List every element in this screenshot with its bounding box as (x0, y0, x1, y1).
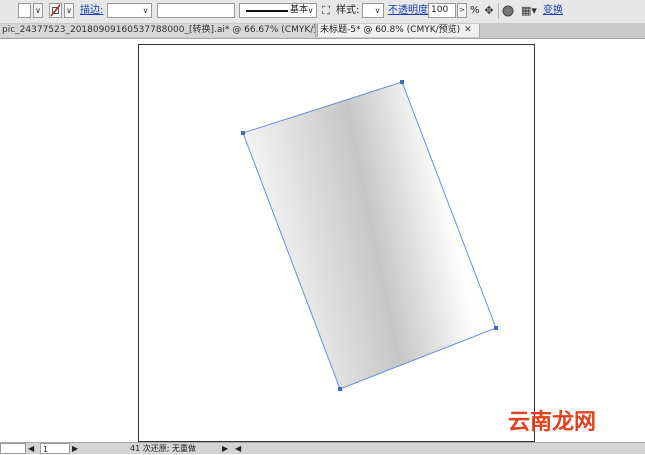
tab-document-untitled-5[interactable]: 未标题-5* @ 60.8% (CMYK/预览) ✕ (317, 24, 480, 37)
status-menu-button[interactable]: ▶ (222, 443, 232, 454)
history-status-text: 41 次还原; 无重做 (130, 444, 196, 453)
tab-label: pic_24377523_20180909160537788000_[转换].a… (2, 25, 316, 35)
sphere-icon (502, 5, 514, 17)
watermark-text-2: 龙网 (552, 410, 597, 435)
brush-definition-field[interactable]: 基本 ∨ (239, 3, 317, 18)
stroke-color-swatch[interactable] (49, 3, 62, 18)
expand-collapse-icon[interactable]: ⛶ (318, 3, 334, 19)
watermark-logo: 云南龙网 (508, 410, 596, 436)
brush-stroke-preview (246, 10, 288, 12)
transform-panel-link[interactable]: 变换 (543, 5, 563, 17)
chevron-down-icon: ∨ (374, 6, 381, 15)
fill-color-swatch[interactable] (18, 3, 31, 18)
control-bar: ∨ ∨ 描边: ∨ 基本 ∨ ⛶ 样式: ∨ 不透明度: 100 > % ✥ ▦… (0, 0, 645, 24)
stroke-panel-link[interactable]: 描边: (80, 5, 103, 17)
chevron-down-icon: ∨ (307, 6, 314, 15)
opacity-panel-link[interactable]: 不透明度: (388, 5, 431, 17)
document-tab-bar: pic_24377523_20180909160537788000_[转换].a… (0, 23, 645, 39)
artboard-number-field[interactable]: 1 (40, 443, 70, 454)
graphic-style-field[interactable]: ∨ (362, 3, 384, 18)
align-options-icon[interactable]: ▦▾ (518, 3, 540, 19)
opacity-input[interactable]: 100 (428, 3, 456, 18)
scroll-left-button[interactable]: ◀ (235, 443, 245, 454)
zoom-field[interactable] (0, 443, 26, 454)
chevron-down-icon: ∨ (142, 6, 149, 15)
artboard[interactable] (138, 44, 535, 442)
stroke-weight-field[interactable]: ∨ (107, 3, 152, 18)
no-stroke-icon (50, 4, 61, 17)
circle-button-icon[interactable] (500, 3, 516, 19)
tab-document-pic[interactable]: pic_24377523_20180909160537788000_[转换].a… (0, 24, 316, 37)
recolor-artwork-icon[interactable]: ✥ (481, 3, 497, 19)
opacity-value: 100 (431, 5, 449, 15)
fill-dropdown-arrow[interactable]: ∨ (33, 3, 43, 18)
next-artboard-button[interactable]: ▶ (72, 443, 82, 454)
status-bar: ◀ 1 ▶ 41 次还原; 无重做 ▶ ◀ (0, 442, 645, 454)
opacity-dropdown-arrow[interactable]: > (457, 3, 467, 18)
opacity-unit: % (470, 5, 480, 16)
watermark-text-1: 云南 (508, 410, 553, 435)
stroke-dropdown-arrow[interactable]: ∨ (64, 3, 74, 18)
tab-label: 未标题-5* @ 60.8% (CMYK/预览) (320, 25, 461, 35)
close-icon[interactable]: ✕ (464, 24, 472, 36)
first-artboard-button[interactable]: ◀ (28, 443, 38, 454)
style-label: 样式: (336, 5, 360, 16)
divider (498, 3, 499, 19)
variable-width-profile-field[interactable] (157, 3, 235, 18)
